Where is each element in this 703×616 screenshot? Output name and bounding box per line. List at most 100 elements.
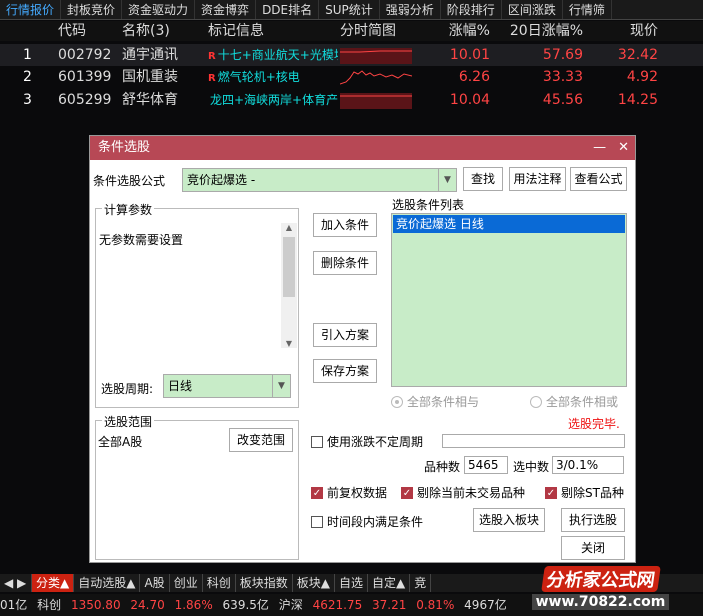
tab-filter[interactable]: 行情筛 — [563, 0, 612, 19]
btab-more[interactable]: 竞 — [410, 574, 432, 592]
find-button[interactable]: 查找 — [463, 167, 503, 191]
cond-list-title: 选股条件列表 — [392, 198, 465, 212]
col-spark[interactable]: 分时简图 — [340, 21, 412, 41]
params-scrollbar[interactable]: ▲ ▼ — [281, 223, 297, 348]
tab-sup[interactable]: SUP统计 — [319, 0, 380, 19]
range-value: 全部A股 — [98, 435, 143, 449]
hit-label: 选中数 — [513, 460, 550, 474]
calc-params-group: 计算参数 无参数需要设置 ▲ ▼ 选股周期: 日线 ▼ — [95, 201, 299, 408]
stock-code: 605299 — [58, 92, 112, 108]
count-label: 品种数 — [424, 460, 461, 474]
col-name[interactable]: 名称(3) — [122, 21, 204, 41]
pct-change: 6.26 — [458, 69, 490, 85]
close-button[interactable]: 关闭 — [561, 536, 625, 560]
delete-condition-button[interactable]: 删除条件 — [313, 251, 377, 275]
btab-self[interactable]: 自选 — [335, 574, 368, 592]
scroll-up-icon[interactable]: ▲ — [281, 223, 297, 232]
scroll-thumb[interactable] — [283, 237, 295, 297]
btab-category[interactable]: 分类▲ — [32, 574, 75, 592]
site-logo: 分析家公式网 www.70822.com — [498, 560, 703, 616]
count-value: 5465 — [464, 456, 508, 474]
btab-block[interactable]: 板块▲ — [293, 574, 335, 592]
tab-fund-drive[interactable]: 资金驱动力 — [122, 0, 196, 19]
tag-info: R 燃气轮机+核电 — [208, 70, 300, 84]
top-tab-bar: 行情报价 封板竞价 资金驱动力 资金博弈 DDE排名 SUP统计 强弱分析 阶段… — [0, 0, 703, 20]
col-code[interactable]: 代码 — [58, 21, 118, 41]
table-row[interactable]: 3 605299 舒华体育 龙四+海峡两岸+体育产 10.04 45.56 14… — [0, 89, 703, 111]
chk-exclude-untraded[interactable]: ✓ 剔除当前未交易品种 — [401, 484, 525, 501]
dialog-title: 条件选股 — [98, 140, 151, 155]
cond-list[interactable]: 竞价起爆选 日线 — [391, 213, 627, 387]
usage-button[interactable]: 用法注释 — [509, 167, 566, 191]
col-pct[interactable]: 涨幅% — [415, 21, 490, 41]
col-price[interactable]: 现价 — [585, 21, 658, 41]
tab-range-change[interactable]: 区间涨跌 — [502, 0, 563, 19]
chevron-down-icon[interactable]: ▼ — [438, 169, 456, 191]
tag-info: 龙四+海峡两岸+体育产 — [210, 93, 338, 107]
btab-block-index[interactable]: 板块指数 — [236, 574, 293, 592]
stock-name: 通宇通讯 — [122, 47, 178, 63]
tab-auction[interactable]: 封板竞价 — [61, 0, 123, 19]
minimize-icon[interactable]: — — [593, 140, 606, 155]
tab-fund-game[interactable]: 资金博弈 — [195, 0, 257, 19]
formula-select[interactable]: 竞价起爆选 - ▼ — [182, 168, 457, 192]
btab-star[interactable]: 科创 — [203, 574, 236, 592]
period-select[interactable]: 日线 ▼ — [163, 374, 291, 398]
tab-stage-rank[interactable]: 阶段排行 — [441, 0, 502, 19]
import-plan-button[interactable]: 引入方案 — [313, 323, 377, 347]
sparkline — [340, 89, 412, 111]
table-row[interactable]: 1 002792 通宇通讯 R 十七+商业航天+光模块 10.01 57.69 3… — [0, 44, 703, 66]
col-pct20[interactable]: 20日涨幅% — [495, 21, 583, 41]
pct20-change: 45.56 — [542, 92, 583, 108]
stock-name: 舒华体育 — [122, 92, 178, 108]
nav-arrows[interactable]: ◀ ▶ — [0, 574, 32, 592]
tab-dde[interactable]: DDE排名 — [256, 0, 320, 19]
chk-prior-adjust[interactable]: ✓ 前复权数据 — [311, 484, 387, 501]
close-icon[interactable]: ✕ — [618, 140, 629, 155]
add-condition-button[interactable]: 加入条件 — [313, 213, 377, 237]
price: 32.42 — [617, 47, 658, 63]
sparkline — [340, 66, 412, 88]
table-header: 代码 名称(3) 标记信息 分时简图 涨幅% 20日涨幅% 现价 — [0, 21, 703, 41]
period-label: 选股周期: — [101, 382, 154, 396]
btab-custom[interactable]: 自定▲ — [368, 574, 411, 592]
to-block-button[interactable]: 选股入板块 — [473, 508, 545, 532]
tab-quote[interactable]: 行情报价 — [0, 0, 62, 19]
scroll-down-icon[interactable]: ▼ — [281, 339, 297, 348]
btab-chinext[interactable]: 创业 — [170, 574, 203, 592]
pct-change: 10.01 — [449, 47, 490, 63]
table-row[interactable]: 2 601399 国机重装 R 燃气轮机+核电 6.26 33.33 4.92 — [0, 66, 703, 88]
change-range-button[interactable]: 改变范围 — [229, 428, 293, 452]
chevron-down-icon[interactable]: ▼ — [272, 375, 290, 397]
dialog-title-bar[interactable]: 条件选股 — ✕ — [90, 136, 635, 160]
price: 14.25 — [617, 92, 658, 108]
col-tag[interactable]: 标记信息 — [208, 21, 338, 41]
hit-value: 3/0.1% — [552, 456, 624, 474]
stock-code: 002792 — [58, 47, 112, 63]
range-group: 选股范围 全部A股 改变范围 — [95, 413, 299, 560]
chk-period-satisfy[interactable]: 时间段内满足条件 — [311, 513, 423, 530]
stock-code: 601399 — [58, 69, 112, 85]
uncertain-period-slider[interactable] — [442, 434, 625, 448]
btab-auto-screen[interactable]: 自动选股▲ — [74, 574, 141, 592]
formula-label: 条件选股公式 — [93, 174, 166, 188]
status-text: 选股完毕. — [568, 417, 620, 431]
tab-strength[interactable]: 强弱分析 — [380, 0, 441, 19]
chk-uncertain-period[interactable]: 使用涨跌不定周期 — [311, 433, 423, 450]
range-title: 选股范围 — [102, 413, 155, 430]
radio-or[interactable]: 全部条件相或 — [530, 393, 618, 410]
calc-params-title: 计算参数 — [102, 201, 155, 218]
save-plan-button[interactable]: 保存方案 — [313, 359, 377, 383]
cond-list-item[interactable]: 竞价起爆选 日线 — [393, 215, 625, 233]
radio-and[interactable]: 全部条件相与 — [391, 393, 479, 410]
row-no: 2 — [23, 69, 32, 85]
tag-info: R 十七+商业航天+光模块 — [208, 48, 338, 62]
chk-exclude-st[interactable]: ✓ 剔除ST品种 — [545, 484, 624, 501]
pct20-change: 33.33 — [542, 69, 583, 85]
pct-change: 10.04 — [449, 92, 490, 108]
btab-a-share[interactable]: A股 — [140, 574, 170, 592]
view-formula-button[interactable]: 查看公式 — [570, 167, 627, 191]
price: 4.92 — [626, 69, 658, 85]
execute-button[interactable]: 执行选股 — [561, 508, 625, 532]
stock-screen-dialog: 条件选股 — ✕ 条件选股公式 竞价起爆选 - ▼ 查找 用法注释 查看公式 计算… — [89, 135, 636, 563]
